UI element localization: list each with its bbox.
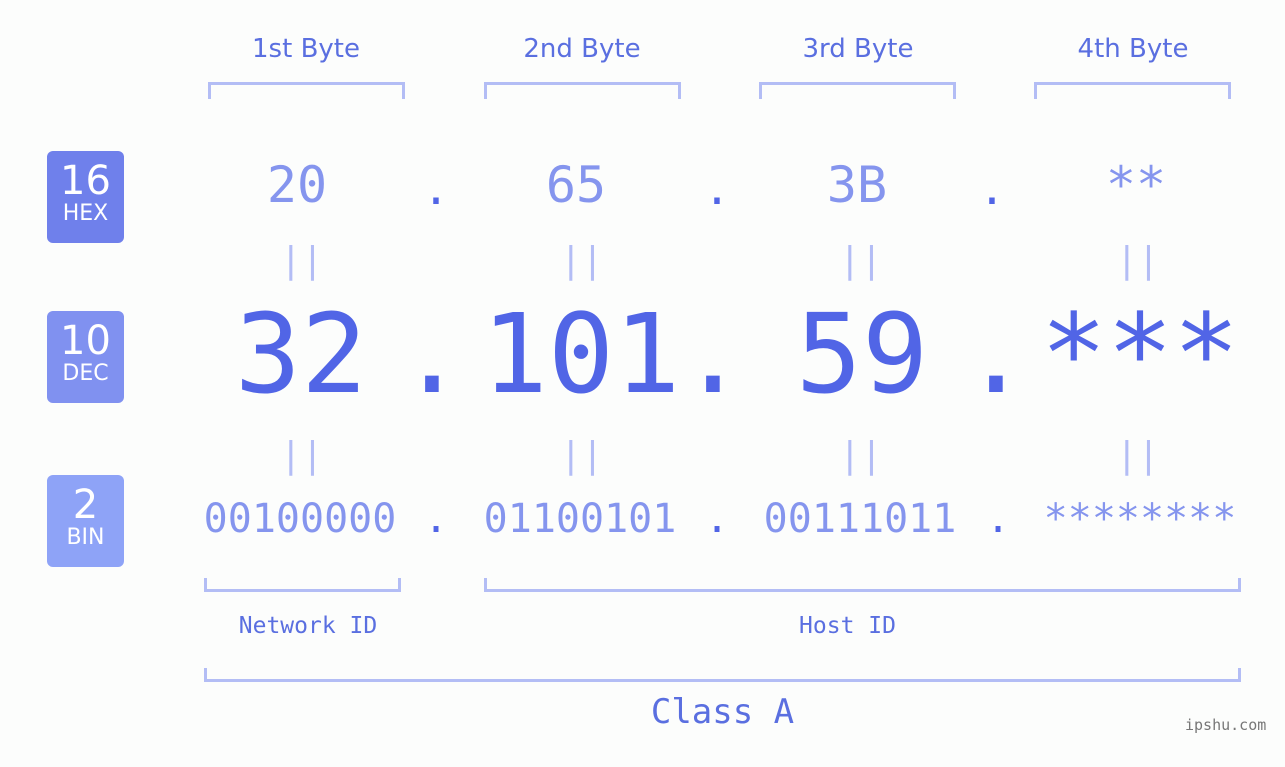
- hex-badge: 16 HEX: [47, 151, 124, 243]
- byte-label-1: 1st Byte: [252, 34, 360, 64]
- equals-dec-bin-3: ||: [839, 435, 883, 476]
- dec-dot-3: .: [962, 290, 1030, 418]
- hex-dot-3: .: [978, 164, 1006, 215]
- hex-dot-1: .: [422, 164, 450, 215]
- class-label: Class A: [650, 692, 795, 732]
- equals-hex-dec-3: ||: [839, 240, 883, 281]
- bin-dot-3: .: [985, 496, 1011, 542]
- byte-label-2: 2nd Byte: [523, 34, 641, 64]
- host-id-label: Host ID: [799, 613, 896, 639]
- byte-bracket-3: [759, 82, 956, 99]
- dec-badge-label: DEC: [62, 361, 109, 386]
- bin-dot-2: .: [704, 496, 730, 542]
- hex-badge-number: 16: [60, 158, 111, 204]
- byte-bracket-4: [1034, 82, 1231, 99]
- hex-dot-2: .: [703, 164, 731, 215]
- byte-bracket-1: [208, 82, 405, 99]
- class-bracket: [204, 668, 1241, 682]
- equals-dec-bin-2: ||: [560, 435, 604, 476]
- dec-dot-1: .: [398, 290, 466, 418]
- network-id-label: Network ID: [238, 613, 378, 639]
- equals-hex-dec-2: ||: [560, 240, 604, 281]
- dec-dot-2: .: [679, 290, 747, 418]
- equals-hex-dec-4: ||: [1116, 240, 1160, 281]
- byte-bracket-2: [484, 82, 681, 99]
- bin-badge-number: 2: [72, 482, 99, 528]
- bin-badge-label: BIN: [66, 525, 105, 550]
- byte-label-4: 4th Byte: [1077, 34, 1189, 64]
- dec-badge: 10 DEC: [47, 311, 124, 403]
- network-id-bracket: [204, 578, 401, 592]
- bin-badge: 2 BIN: [47, 475, 124, 567]
- dec-badge-number: 10: [60, 318, 111, 364]
- bin-dot-1: .: [423, 496, 449, 542]
- equals-dec-bin-1: ||: [280, 435, 324, 476]
- equals-hex-dec-1: ||: [280, 240, 324, 281]
- watermark: ipshu.com: [1185, 716, 1267, 734]
- host-id-bracket: [484, 578, 1241, 592]
- hex-badge-label: HEX: [62, 201, 109, 226]
- equals-dec-bin-4: ||: [1116, 435, 1160, 476]
- byte-label-3: 3rd Byte: [802, 34, 914, 64]
